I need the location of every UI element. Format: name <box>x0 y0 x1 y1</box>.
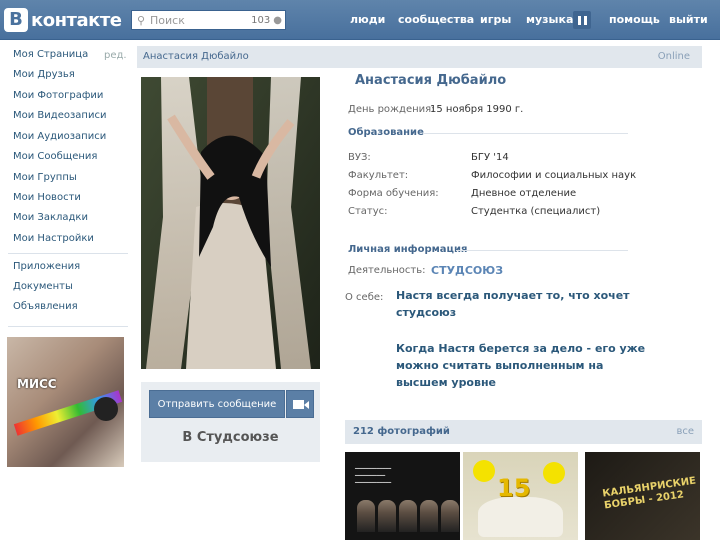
about-line: высшем уровне <box>396 376 497 389</box>
photos-count[interactable]: 212 фотографий <box>353 426 450 437</box>
photos-header: 212 фотографий все <box>345 420 702 444</box>
edu-value-form[interactable]: Дневное отделение <box>471 188 576 199</box>
education-title: Образование <box>348 127 424 138</box>
user-icon: ● <box>273 14 282 26</box>
online-status: Online <box>657 51 690 62</box>
ad-banner[interactable]: МИСС <box>7 337 124 467</box>
about-label: О себе: <box>345 292 384 303</box>
photos-all-link[interactable]: все <box>676 426 694 437</box>
search-box[interactable]: ⚲ Поиск 103 ● <box>131 10 286 30</box>
thumb-flower <box>473 460 495 482</box>
actions-box: Отправить сообщение В Студсоюзе <box>141 382 320 462</box>
nav-music[interactable]: музыка <box>526 13 573 26</box>
profile-header-bar: Анастасия Дюбайло Online <box>137 46 702 68</box>
logo-text: контакте <box>31 9 122 31</box>
about-line: Настя всегда получает то, что хочет <box>396 289 630 302</box>
sidebar-item-news[interactable]: Мои Новости <box>13 192 81 203</box>
sidebar-item-friends[interactable]: Мои Друзья <box>13 69 75 80</box>
edu-value-faculty[interactable]: Философии и социальных наук <box>471 170 636 181</box>
thumb-flower <box>543 462 565 484</box>
nav-people[interactable]: люди <box>350 13 385 26</box>
section-divider <box>423 133 628 134</box>
banner-text: МИСС <box>17 377 57 391</box>
pause-icon[interactable] <box>573 11 591 29</box>
sidebar-edit-link[interactable]: ред. <box>104 50 127 61</box>
edu-label-status: Статус: <box>348 206 388 217</box>
sidebar-item-documents[interactable]: Документы <box>13 281 73 292</box>
nav-games[interactable]: игры <box>480 13 511 26</box>
birthday-value[interactable]: 15 ноября 1990 г. <box>430 104 523 115</box>
profile-name: Анастасия Дюбайло <box>355 73 507 88</box>
photo-thumbnail[interactable]: 15 <box>463 452 578 540</box>
edu-value-status[interactable]: Студентка (специалист) <box>471 206 600 217</box>
nav-communities[interactable]: сообщества <box>398 13 474 26</box>
sidebar-divider <box>8 253 128 254</box>
edu-label-form: Форма обучения: <box>348 188 439 199</box>
sidebar-item-my-page[interactable]: Моя Страница <box>13 49 88 60</box>
sidebar-item-audio[interactable]: Мои Аудиозаписи <box>13 131 106 142</box>
vk-logo[interactable]: В контакте <box>4 7 122 33</box>
edu-value-university[interactable]: БГУ '14 <box>471 152 509 163</box>
sidebar-item-ads[interactable]: Объявления <box>13 301 78 312</box>
sidebar-item-settings[interactable]: Мои Настройки <box>13 233 94 244</box>
thumb-group-photo <box>357 500 459 532</box>
search-count: 103 <box>251 14 271 26</box>
search-icon: ⚲ <box>136 13 146 27</box>
about-line: Когда Настя берется за дело - его уже <box>396 342 646 355</box>
sidebar-item-videos[interactable]: Мои Видеозаписи <box>13 110 106 121</box>
nav-logout[interactable]: выйти <box>669 13 708 26</box>
photo-thumbnail[interactable]: КАЛЬЯНРИСКИЕ БОБРЫ - 2012 <box>585 452 700 540</box>
profile-photo-image <box>141 77 320 369</box>
activity-label: Деятельность: <box>348 265 426 276</box>
sidebar-item-messages[interactable]: Мои Сообщения <box>13 151 97 162</box>
group-membership[interactable]: В Студсоюзе <box>141 430 320 445</box>
about-line: студсоюз <box>396 306 457 319</box>
edu-label-university: ВУЗ: <box>348 152 371 163</box>
profile-bar-name: Анастасия Дюбайло <box>143 51 249 62</box>
personal-info-title: Личная информация <box>348 244 468 255</box>
logo-letter: В <box>4 8 28 32</box>
about-line: можно считать выполненным на <box>396 359 604 372</box>
sidebar-divider <box>8 326 128 327</box>
birthday-label: День рождения: <box>348 104 435 115</box>
banner-graphic <box>94 397 118 421</box>
thumb-number: 15 <box>497 474 531 502</box>
sidebar-item-bookmarks[interactable]: Мои Закладки <box>13 212 88 223</box>
sidebar-item-photos[interactable]: Мои Фотографии <box>13 90 103 101</box>
top-header: В контакте ⚲ Поиск 103 ● люди сообщества… <box>0 0 720 40</box>
edu-label-faculty: Факультет: <box>348 170 409 181</box>
nav-help[interactable]: помощь <box>609 13 660 26</box>
section-divider <box>456 250 628 251</box>
sidebar-item-groups[interactable]: Мои Группы <box>13 172 77 183</box>
photo-thumbnail[interactable]: ━━━━━━━━━━━━ ━━━━━━━━━━ ━━━━━━━━━━━━ <box>345 452 460 540</box>
sidebar-item-apps[interactable]: Приложения <box>13 261 80 272</box>
thumb-title: КАЛЬЯНРИСКИЕ БОБРЫ - 2012 <box>602 476 699 513</box>
send-message-button[interactable]: Отправить сообщение <box>149 390 285 418</box>
profile-photo[interactable] <box>141 77 320 369</box>
search-input[interactable]: Поиск <box>150 14 251 27</box>
thumb-cake <box>478 497 563 537</box>
thumb-poster-text: ━━━━━━━━━━━━ ━━━━━━━━━━ ━━━━━━━━━━━━ <box>355 466 392 486</box>
video-call-icon[interactable] <box>286 390 314 418</box>
activity-value[interactable]: СТУДСОЮЗ <box>431 264 503 277</box>
